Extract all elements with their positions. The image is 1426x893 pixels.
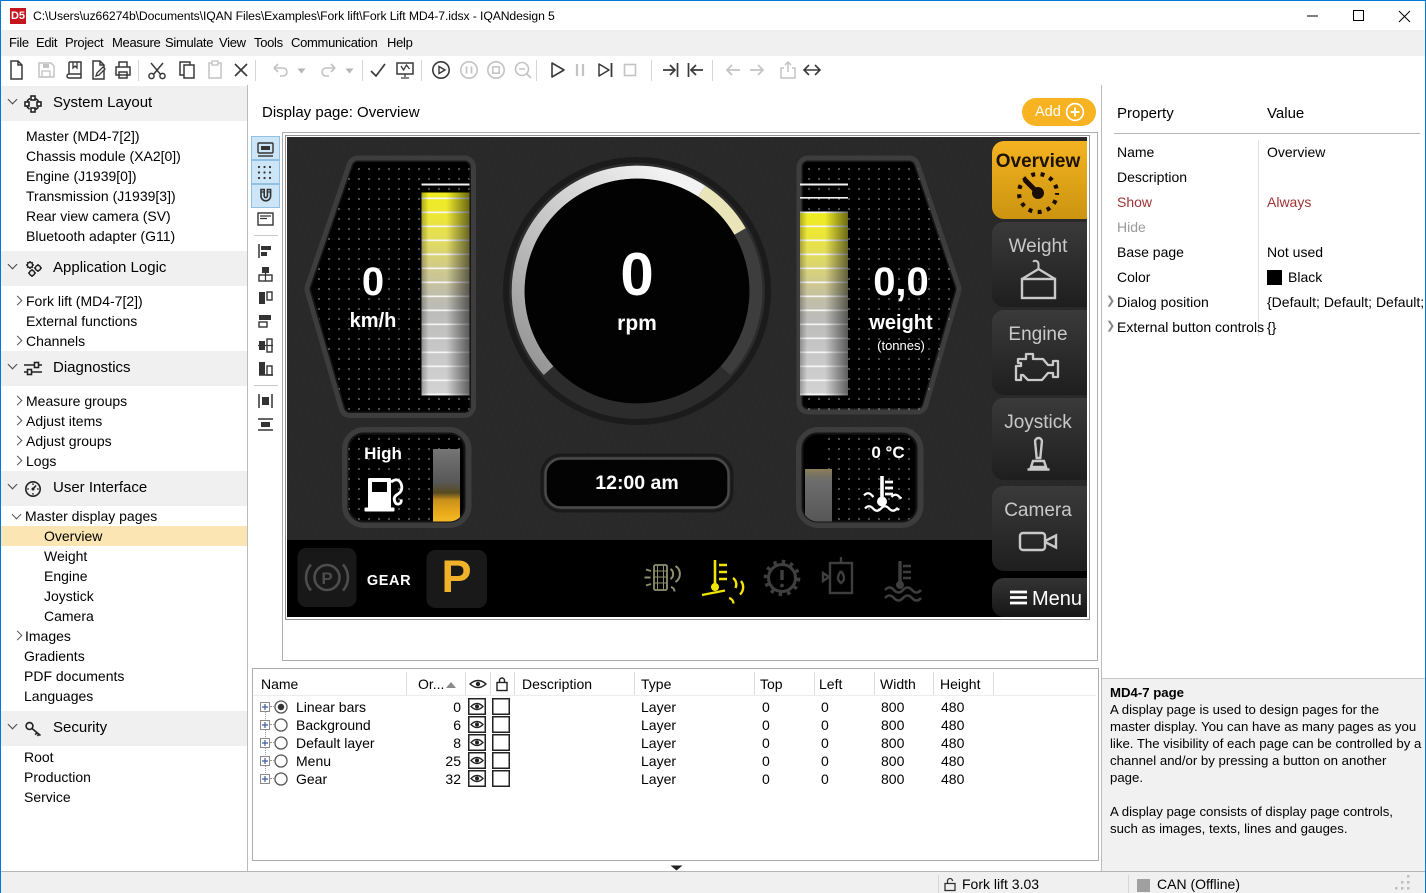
- svg-text:Engine: Engine: [1008, 324, 1067, 345]
- svg-text:Overview: Overview: [996, 151, 1081, 172]
- svg-text:0: 0: [620, 241, 653, 308]
- svg-text:0,0: 0,0: [873, 260, 929, 304]
- svg-text:Menu: Menu: [1032, 588, 1082, 610]
- svg-text:rpm: rpm: [617, 312, 657, 335]
- svg-text:Weight: Weight: [1009, 236, 1069, 257]
- svg-text:GEAR: GEAR: [367, 573, 411, 589]
- svg-text:12:00 am: 12:00 am: [595, 472, 678, 494]
- svg-text:0: 0: [362, 260, 384, 304]
- svg-text:P: P: [441, 551, 471, 602]
- svg-text:weight: weight: [868, 312, 933, 334]
- svg-text:km/h: km/h: [350, 310, 397, 332]
- svg-text:P: P: [321, 569, 332, 588]
- svg-text:0 °C: 0 °C: [871, 443, 904, 462]
- svg-text:(tonnes): (tonnes): [877, 338, 925, 353]
- svg-text:Joystick: Joystick: [1004, 412, 1072, 433]
- svg-text:High: High: [364, 444, 402, 463]
- svg-text:Camera: Camera: [1004, 500, 1072, 521]
